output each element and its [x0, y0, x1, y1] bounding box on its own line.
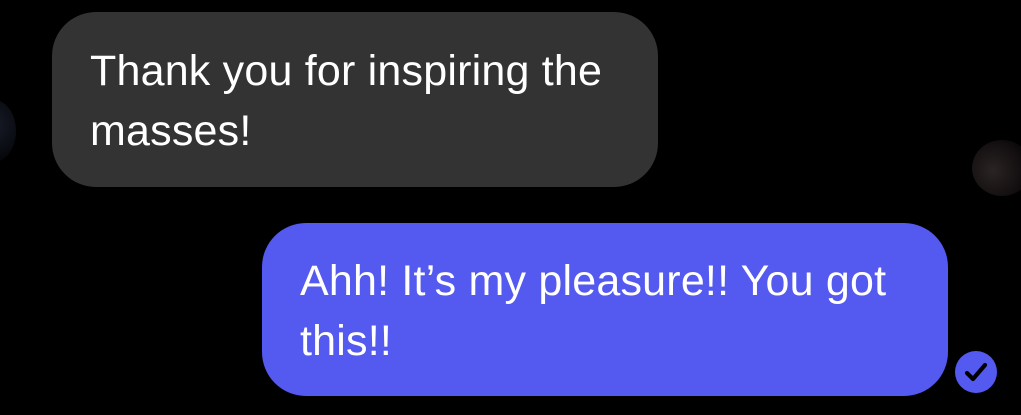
incoming-message-bubble[interactable]: Thank you for inspiring the masses!	[52, 12, 658, 187]
outgoing-message-bubble[interactable]: Ahh! It’s my pleasure!! You got this!!	[262, 223, 948, 396]
avatar[interactable]	[972, 140, 1021, 196]
check-circle-icon	[955, 351, 997, 393]
avatar[interactable]	[0, 100, 16, 162]
